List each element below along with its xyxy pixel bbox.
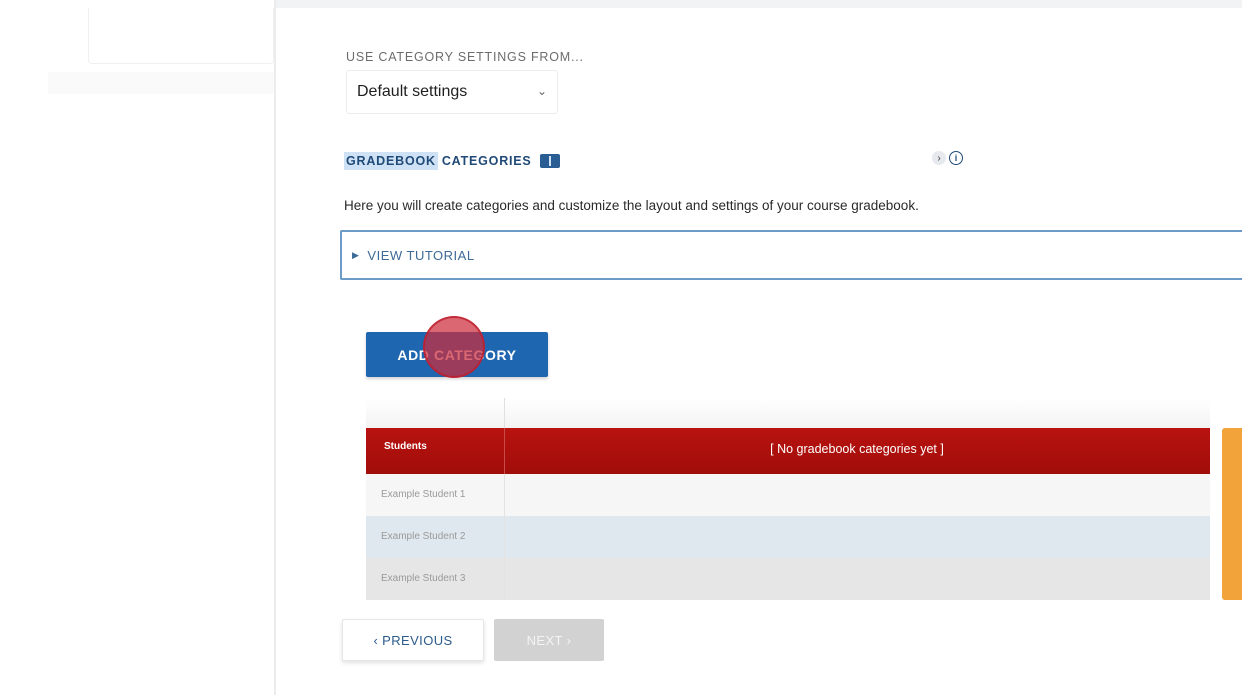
chevron-right-icon: › [932, 151, 946, 165]
table-row: Example Student 3 [366, 558, 1210, 600]
view-tutorial-label: VIEW TUTORIAL [367, 247, 475, 263]
table-toolbar-row [366, 398, 1210, 428]
student-name: Example Student 1 [381, 489, 466, 500]
chevron-down-icon: ⌄ [536, 84, 547, 98]
click-indicator [423, 316, 485, 378]
view-tutorial-toggle[interactable]: ▶ VIEW TUTORIAL [340, 230, 1242, 280]
triangle-right-icon: ▶ [352, 249, 360, 260]
column-divider [504, 516, 505, 558]
student-name: Example Student 3 [381, 573, 466, 584]
gradebook-table: Students [ No gradebook categories yet ]… [366, 398, 1210, 600]
main-content: USE CATEGORY SETTINGS FROM... Default se… [278, 0, 1242, 695]
next-button[interactable]: NEXT › [494, 619, 604, 661]
column-divider [504, 558, 505, 600]
help-toggle[interactable]: › i [932, 148, 963, 168]
section-title-highlight: GRADEBOOK [344, 152, 438, 170]
table-row: Example Student 2 [366, 516, 1210, 558]
section-description: Here you will create categories and cust… [344, 198, 919, 213]
side-panel-tab[interactable] [1222, 428, 1242, 600]
student-name: Example Student 2 [381, 531, 466, 542]
sidebar-panel [88, 8, 274, 64]
category-settings-label: USE CATEGORY SETTINGS FROM... [346, 50, 584, 64]
table-row: Example Student 1 [366, 474, 1210, 516]
table-header: Students [ No gradebook categories yet ] [366, 428, 1210, 474]
column-divider [504, 474, 505, 516]
category-settings-value: Default settings [357, 83, 468, 100]
sidebar-item[interactable] [48, 72, 274, 94]
column-divider [504, 398, 505, 428]
info-icon: i [949, 151, 963, 165]
section-title-rest: CATEGORIES [441, 154, 532, 168]
category-settings-select[interactable]: Default settings ⌄ [346, 70, 558, 114]
sidebar [0, 0, 276, 695]
section-title: GRADEBOOK CATEGORIES [344, 150, 560, 172]
students-column-header: Students [384, 441, 427, 452]
previous-button[interactable]: ‹ PREVIOUS [342, 619, 484, 661]
empty-categories-message: [ No gradebook categories yet ] [770, 442, 944, 456]
book-icon[interactable] [539, 154, 560, 168]
